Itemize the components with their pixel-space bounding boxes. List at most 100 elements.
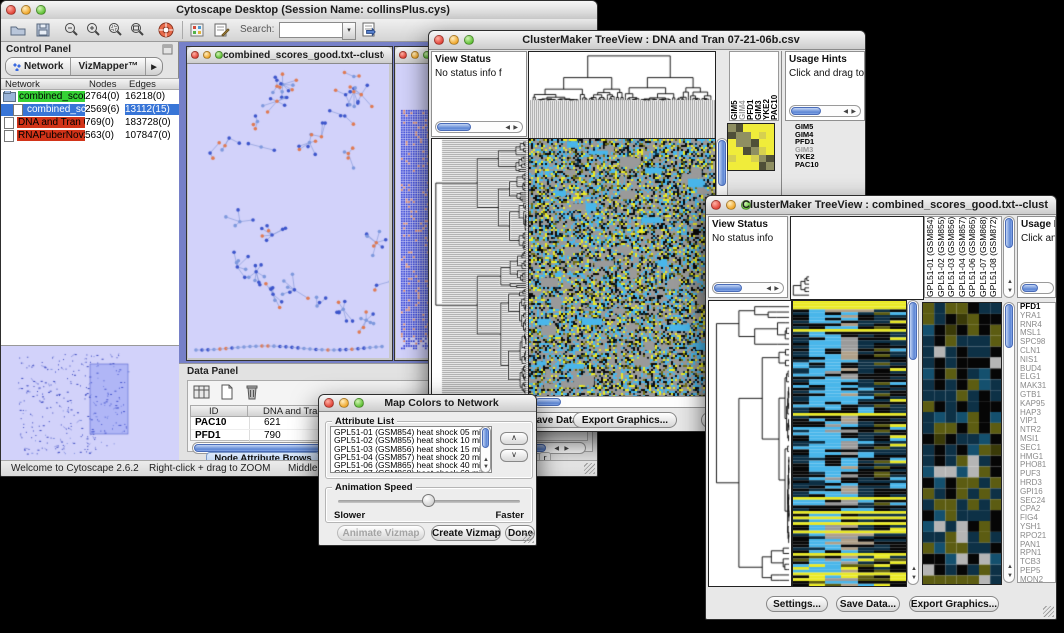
heatmap-cell[interactable]	[728, 162, 736, 170]
save-icon[interactable]	[35, 22, 51, 38]
tv1-usage-hscrollbar[interactable]: ◀ ▶	[789, 105, 861, 117]
scroll-right-icon[interactable]: ▶	[513, 125, 518, 131]
zoom-out-icon[interactable]	[63, 22, 79, 38]
heatmap-cell[interactable]	[743, 124, 751, 132]
search-dropdown-button[interactable]: ▾	[342, 22, 356, 40]
scroll-left-icon[interactable]: ◀	[766, 286, 771, 292]
network-tree-row[interactable]: DNA and Tran 07769(0)183728(0)	[1, 116, 179, 129]
heatmap-cell[interactable]	[736, 139, 744, 147]
minimize-button[interactable]	[339, 398, 349, 408]
col-header-edges[interactable]: Edges	[129, 79, 156, 90]
heatmap-cell[interactable]	[766, 124, 774, 132]
tv2-status-hscrollbar[interactable]: ◀ ▶	[712, 282, 784, 294]
tv2-column-label[interactable]: GPL51-03 (GSM856)	[946, 217, 957, 297]
col-header-nodes[interactable]: Nodes	[89, 79, 116, 90]
tv2-save-data-button[interactable]: Save Data...	[836, 596, 900, 612]
heatmap-cell[interactable]	[751, 147, 759, 155]
birdseye-view-canvas[interactable]	[4, 348, 176, 460]
heatmap-cell[interactable]	[728, 139, 736, 147]
move-up-button[interactable]: ∧	[500, 432, 528, 445]
tv1-column-label[interactable]: PAC10	[770, 52, 778, 120]
tv1-column-label[interactable]: GIM5	[730, 52, 738, 120]
scroll-up-icon[interactable]: ▲	[483, 457, 489, 463]
heatmap-cell[interactable]	[759, 124, 767, 132]
heatmap-cell[interactable]	[759, 147, 767, 155]
network-tree-row[interactable]: RNAPuberNov2+563(0)107847(0)	[1, 129, 179, 142]
tv2-column-label[interactable]: GPL51-02 (GSM855)	[936, 217, 947, 297]
scroll-up-icon[interactable]: ▲	[1007, 564, 1013, 570]
network-tree-row[interactable]: combined_sco2569(6)13112(15)	[1, 103, 179, 116]
resize-grip[interactable]	[1043, 606, 1054, 617]
tv2-row-dendrogram[interactable]	[708, 300, 792, 587]
heatmap-cell[interactable]	[766, 139, 774, 147]
import-table-icon[interactable]	[361, 21, 378, 39]
tv2-zoom-heatmap[interactable]	[922, 302, 1002, 585]
main-title-bar[interactable]: Cytoscape Desktop (Session Name: collins…	[1, 1, 597, 20]
tv2-vscrollbar[interactable]: ▲ ▼	[907, 300, 919, 585]
scroll-right-icon[interactable]: ▶	[774, 286, 779, 292]
heatmap-cell[interactable]	[751, 124, 759, 132]
tv1-zoom-row-label[interactable]: PAC10	[795, 161, 841, 169]
scroll-right-icon[interactable]: ▶	[564, 446, 569, 452]
scroll-left-icon[interactable]: ◀	[505, 125, 510, 131]
tv1-zoom-heatmap[interactable]	[727, 123, 775, 171]
minimize-button[interactable]	[411, 51, 419, 59]
scroll-left-icon[interactable]: ◀	[554, 446, 559, 452]
tv1-column-label[interactable]: GIM4	[738, 52, 746, 120]
scroll-down-icon[interactable]: ▼	[911, 575, 917, 581]
heatmap-cell[interactable]	[743, 132, 751, 140]
scroll-right-icon[interactable]: ▶	[851, 109, 856, 115]
tv2-column-label[interactable]: GPL51-01 (GSM854)	[925, 217, 936, 297]
move-down-button[interactable]: ∨	[500, 449, 528, 462]
scroll-up-icon[interactable]: ▲	[1007, 279, 1013, 285]
heatmap-cell[interactable]	[728, 124, 736, 132]
heatmap-cell[interactable]	[743, 162, 751, 170]
tv1-main-heatmap[interactable]	[528, 138, 716, 397]
minimize-button[interactable]	[21, 5, 31, 15]
heatmap-cell[interactable]	[751, 139, 759, 147]
heatmap-cell[interactable]	[728, 147, 736, 155]
attribute-list-vscrollbar[interactable]: ▲ ▼	[480, 426, 491, 473]
search-input[interactable]	[279, 22, 343, 38]
tv1-status-hscrollbar[interactable]: ◀ ▶	[435, 121, 523, 133]
animate-vizmap-button[interactable]: Animate Vizmap	[337, 525, 425, 541]
close-button[interactable]	[324, 398, 334, 408]
heatmap-cell[interactable]	[743, 147, 751, 155]
tv1-column-dendrogram[interactable]	[528, 51, 716, 139]
network-window-1-title-bar[interactable]: combined_scores_good.txt--cluste...	[187, 47, 392, 64]
network-tree-row[interactable]: combined_scores2764(0)16218(0)	[1, 90, 179, 103]
create-vizmap-button[interactable]: Create Vizmap	[431, 525, 501, 541]
scroll-down-icon[interactable]: ▼	[483, 464, 489, 470]
heatmap-cell[interactable]	[728, 132, 736, 140]
vizmapper-icon[interactable]	[189, 22, 205, 38]
scroll-left-icon[interactable]: ◀	[843, 109, 848, 115]
attribute-list-item[interactable]: GPL51-07 (GSM868) heat shock 60 min	[334, 469, 491, 473]
tab-more[interactable]: ▶	[146, 58, 161, 75]
scroll-down-icon[interactable]: ▼	[1007, 573, 1013, 579]
heatmap-cell[interactable]	[736, 124, 744, 132]
heatmap-cell[interactable]	[759, 155, 767, 163]
gene-label[interactable]: MON2	[1020, 576, 1055, 583]
zoom-in-icon[interactable]	[85, 22, 101, 38]
tab-network[interactable]: Network	[6, 58, 71, 75]
heatmap-cell[interactable]	[743, 155, 751, 163]
tv2-column-label[interactable]: GPL51-08 (GSM872)	[988, 217, 999, 297]
delete-attribute-trash-icon[interactable]	[243, 383, 261, 401]
attribute-select-icon[interactable]	[192, 383, 212, 401]
heatmap-cell[interactable]	[751, 132, 759, 140]
heatmap-cell[interactable]	[751, 162, 759, 170]
treeview2-title-bar[interactable]: ClusterMaker TreeView : combined_scores_…	[706, 196, 1056, 215]
heatmap-cell[interactable]	[728, 155, 736, 163]
tv2-gene-list-vscrollbar[interactable]: ▲ ▼	[1003, 302, 1015, 583]
zoom-fit-icon[interactable]	[129, 22, 145, 38]
tv2-column-labels-vscrollbar[interactable]: ▲ ▼	[1003, 216, 1015, 298]
heatmap-cell[interactable]	[759, 162, 767, 170]
new-attribute-icon[interactable]	[218, 383, 236, 401]
close-button[interactable]	[191, 51, 199, 59]
heatmap-cell[interactable]	[736, 132, 744, 140]
tv2-settings-button[interactable]: Settings...	[766, 596, 828, 612]
close-button[interactable]	[434, 35, 444, 45]
heatmap-cell[interactable]	[736, 162, 744, 170]
resize-grip[interactable]	[584, 463, 595, 474]
annotation-icon[interactable]	[213, 22, 230, 38]
